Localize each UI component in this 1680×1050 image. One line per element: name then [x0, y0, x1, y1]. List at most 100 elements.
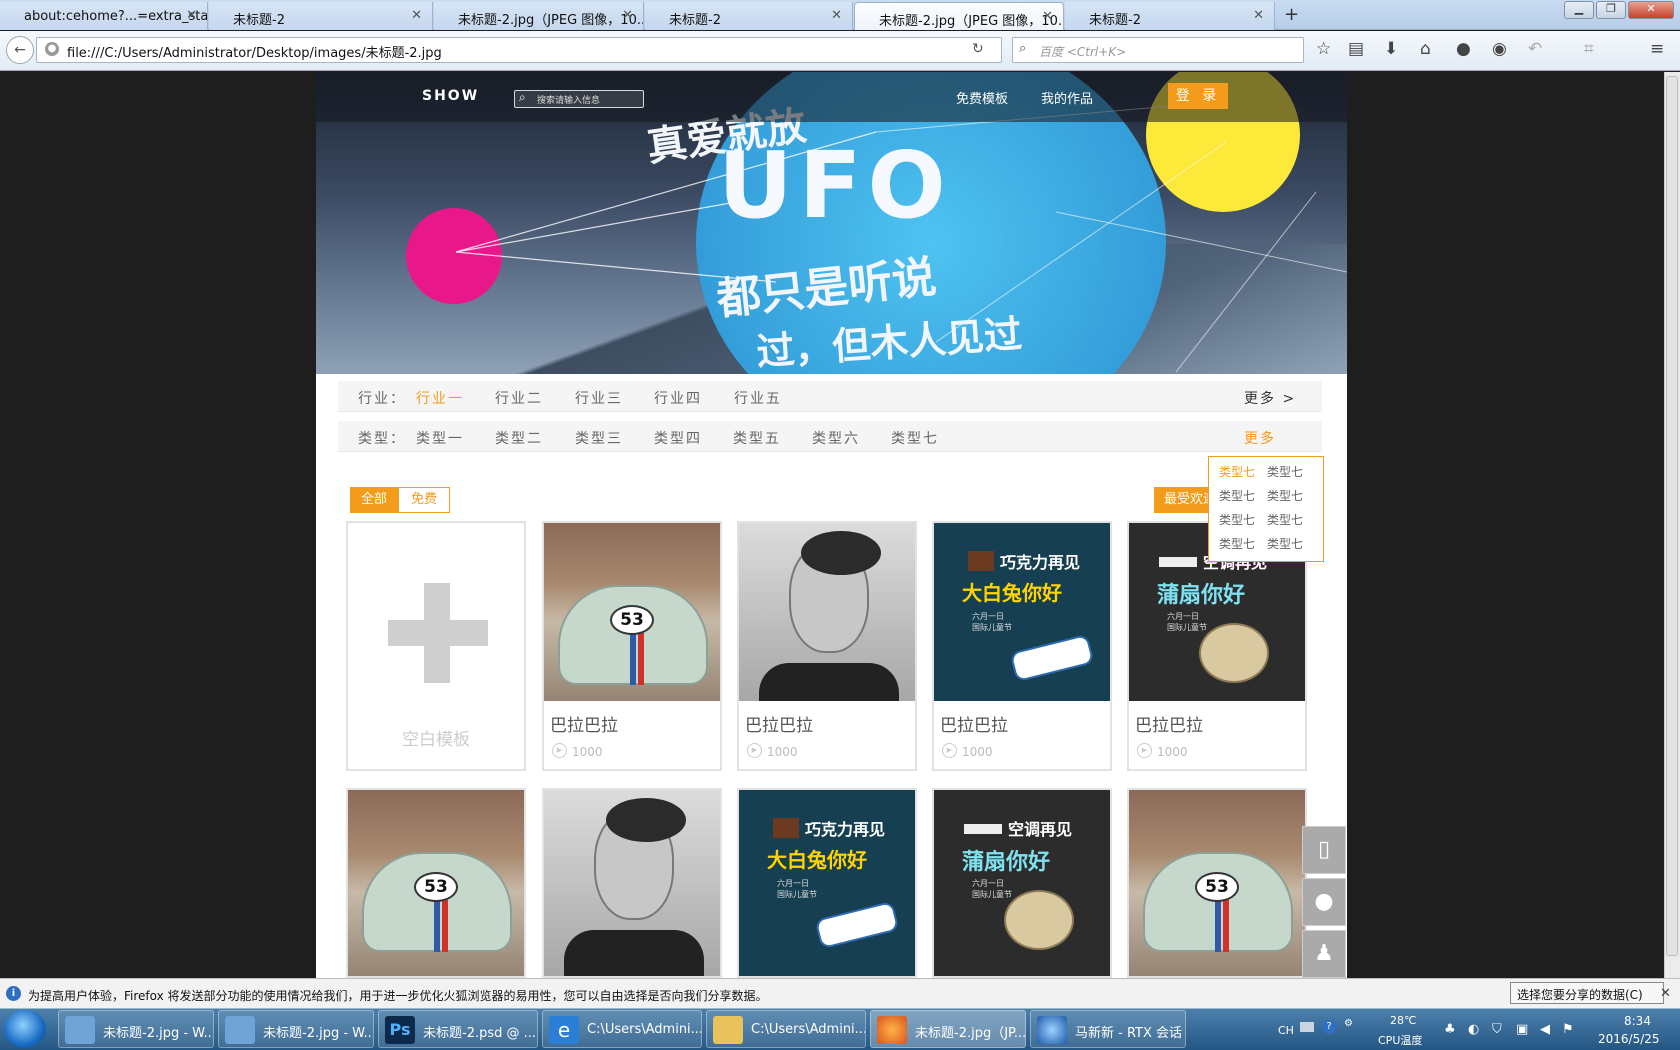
tab[interactable]: 未标题-2.jpg（JPEG 图像，10... ✕	[434, 2, 644, 30]
taskbar-item[interactable]: 马新新 - RTX 会话	[1030, 1010, 1186, 1048]
template-card[interactable]: 空调再见 蒲扇你好 六月一日 国际儿童节	[932, 788, 1112, 978]
mobile-icon[interactable]: ▯	[1302, 826, 1346, 874]
site-logo[interactable]: SHOW	[422, 88, 479, 104]
site-search-input[interactable]: ⌕ 搜索请输入信息	[514, 90, 644, 108]
login-button[interactable]: 登 录	[1168, 83, 1228, 109]
nav-free-templates[interactable]: 免费模板	[956, 88, 1008, 107]
blank-template-card[interactable]: 空白模板	[346, 521, 526, 771]
play-count-icon: ▶	[1137, 743, 1152, 758]
template-card[interactable]	[542, 788, 722, 978]
close-window-button[interactable]: ✕	[1628, 1, 1674, 19]
undo-icon[interactable]: ↶	[1528, 39, 1542, 59]
card-count: 1000	[962, 745, 993, 759]
close-tab-icon[interactable]: ✕	[411, 8, 422, 23]
tab-active[interactable]: 未标题-2.jpg（JPEG 图像，10... ✕	[854, 2, 1064, 30]
close-tab-icon[interactable]: ✕	[622, 8, 633, 23]
industry-option[interactable]: 行业三	[575, 388, 623, 408]
filter-free-button[interactable]: 免费	[398, 487, 450, 513]
dropdown-option[interactable]: 类型七	[1267, 487, 1303, 504]
taskbar-item-active[interactable]: 未标题-2.jpg（JP...	[870, 1010, 1026, 1048]
tab[interactable]: 未标题-2 ✕	[209, 2, 433, 30]
network-icon[interactable]: ▣	[1516, 1022, 1528, 1037]
template-card[interactable]: 巧克力再见 大白兔你好 六月一日 国际儿童节 巴拉巴拉 ▶ 1000	[932, 521, 1112, 771]
dropdown-option[interactable]: 类型七	[1219, 463, 1255, 480]
taskbar-item[interactable]: C:\Users\Admini...	[706, 1010, 866, 1048]
template-card[interactable]: 巧克力再见 大白兔你好 六月一日 国际儿童节	[737, 788, 917, 978]
industry-option[interactable]: 行业五	[734, 388, 782, 408]
sort-popular-button[interactable]: 最受欢迎	[1154, 487, 1214, 513]
crop-icon[interactable]: ⌗	[1584, 39, 1594, 59]
type-option[interactable]: 类型四	[654, 428, 702, 448]
close-tab-icon[interactable]: ✕	[831, 8, 842, 23]
type-option[interactable]: 类型三	[575, 428, 623, 448]
dropdown-option[interactable]: 类型七	[1267, 511, 1303, 528]
tab[interactable]: 未标题-2 ✕	[1065, 2, 1275, 30]
search-input[interactable]: ⌕ 百度 <Ctrl+K>	[1012, 37, 1304, 63]
language-indicator[interactable]: CH	[1278, 1024, 1294, 1037]
flag-icon[interactable]: ⚑	[1562, 1022, 1574, 1037]
site-header: SHOW ⌕ 搜索请输入信息 免费模板 我的作品 登 录	[316, 72, 1347, 122]
minimize-button[interactable]: ▁	[1564, 1, 1594, 19]
close-tab-icon[interactable]: ✕	[1253, 8, 1264, 23]
tab[interactable]: 未标题-2 ✕	[645, 2, 853, 30]
volume-icon[interactable]: ◀	[1540, 1022, 1550, 1037]
tray-app-icon[interactable]: ◐	[1468, 1022, 1479, 1037]
industry-option[interactable]: 行业二	[495, 388, 543, 408]
shield-icon[interactable]: ⛉	[1492, 1022, 1502, 1037]
dropdown-option[interactable]: 类型七	[1219, 511, 1255, 528]
chat-icon[interactable]: ●	[1456, 39, 1471, 59]
industry-more-link[interactable]: 更多 >	[1244, 388, 1296, 408]
template-card[interactable]: 53	[346, 788, 526, 978]
tab[interactable]: about:cehome?...=extra_start ✕	[0, 2, 208, 30]
card-count: 1000	[572, 745, 603, 759]
start-button[interactable]	[4, 1010, 46, 1048]
menu-icon[interactable]: ≡	[1650, 39, 1664, 59]
template-card[interactable]: 53	[1127, 788, 1307, 978]
nav-my-works[interactable]: 我的作品	[1041, 88, 1093, 107]
home-icon[interactable]: ⌂	[1420, 39, 1431, 59]
taskbar-item[interactable]: e C:\Users\Admini...	[542, 1010, 702, 1048]
dropdown-option[interactable]: 类型七	[1219, 487, 1255, 504]
share-data-button[interactable]: 选择您要分享的数据(C)	[1510, 982, 1664, 1004]
wechat-icon[interactable]: ●	[1302, 878, 1346, 926]
scrollbar-thumb[interactable]	[1666, 76, 1678, 956]
template-card[interactable]: 巴拉巴拉 ▶ 1000	[737, 521, 917, 771]
type-more-link[interactable]: 更多	[1244, 428, 1276, 448]
filter-all-button[interactable]: 全部	[350, 487, 398, 513]
dropdown-option[interactable]: 类型七	[1267, 463, 1303, 480]
settings-icon[interactable]: ⚙	[1344, 1018, 1353, 1029]
taskbar-item[interactable]: Ps 未标题-2.psd @ ...	[378, 1010, 538, 1048]
tray-app-icon[interactable]: ♣	[1444, 1022, 1456, 1037]
type-option[interactable]: 类型二	[495, 428, 543, 448]
download-icon[interactable]: ⬇	[1384, 39, 1398, 59]
restore-button[interactable]: ❐	[1596, 1, 1626, 19]
help-icon[interactable]: ?	[1322, 1020, 1336, 1034]
back-button[interactable]: ←	[6, 36, 34, 64]
new-tab-button[interactable]: +	[1284, 4, 1299, 25]
taskbar-item[interactable]: 未标题-2.jpg - W...	[218, 1010, 374, 1048]
type-option[interactable]: 类型一	[416, 428, 464, 448]
type-option[interactable]: 类型六	[812, 428, 860, 448]
clock-date[interactable]: 2016/5/25	[1598, 1032, 1660, 1046]
type-option[interactable]: 类型七	[891, 428, 939, 448]
poster-date-line: 六月一日	[972, 612, 1004, 621]
speech-bubble-icon[interactable]: ◉	[1492, 39, 1507, 59]
dropdown-option[interactable]: 类型七	[1219, 535, 1255, 552]
industry-option[interactable]: 行业一	[416, 388, 464, 408]
url-bar[interactable]: ● file:///C:/Users/Administrator/Desktop…	[36, 37, 1002, 63]
close-tab-icon[interactable]: ✕	[1042, 9, 1053, 24]
close-tab-icon[interactable]: ✕	[186, 8, 197, 23]
type-option[interactable]: 类型五	[733, 428, 781, 448]
reload-icon[interactable]: ↻	[972, 41, 984, 57]
dropdown-option[interactable]: 类型七	[1267, 535, 1303, 552]
firefox-icon	[877, 1016, 907, 1044]
bookmarks-list-icon[interactable]: ▤	[1348, 39, 1364, 59]
close-notification-icon[interactable]: ✕	[1660, 986, 1671, 1001]
industry-option[interactable]: 行业四	[654, 388, 702, 408]
template-card[interactable]: 53 巴拉巴拉 ▶ 1000	[542, 521, 722, 771]
clock-time[interactable]: 8:34	[1624, 1014, 1651, 1028]
keyboard-icon[interactable]	[1300, 1022, 1314, 1032]
qq-icon[interactable]: ♟	[1302, 930, 1346, 978]
taskbar-item[interactable]: 未标题-2.jpg - W...	[58, 1010, 214, 1048]
bookmark-star-icon[interactable]: ☆	[1316, 39, 1331, 59]
